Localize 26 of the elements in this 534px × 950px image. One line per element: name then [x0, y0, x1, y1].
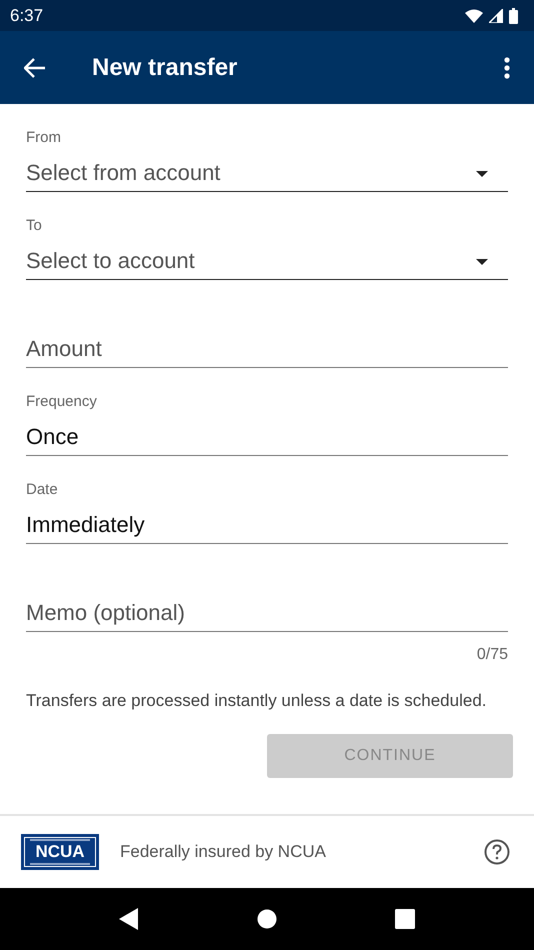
wifi-icon [465, 8, 483, 22]
more-options-icon[interactable] [504, 56, 510, 78]
input-field[interactable]: Once [26, 412, 508, 456]
help-icon[interactable] [484, 839, 510, 865]
screen-title: New transfer [92, 54, 238, 82]
input-field[interactable]: Memo (optional) [26, 588, 508, 632]
info-text: Transfers are processed instantly unless a date is scheduled. [26, 690, 488, 712]
signal-icon [489, 8, 503, 22]
insurance-text: Federally insured by NCUA [120, 842, 327, 862]
dropdown-field[interactable]: Select to account [26, 236, 508, 280]
input-field[interactable]: Amount [26, 324, 508, 368]
home-icon[interactable] [257, 909, 277, 929]
field-label: Date [26, 480, 59, 500]
field-label: From [26, 128, 62, 148]
dropdown-field[interactable]: Select from account [26, 148, 508, 192]
input-field[interactable]: Immediately [26, 500, 508, 544]
character-counter: 0/75 [476, 646, 508, 664]
back-icon[interactable] [119, 908, 139, 930]
dropdown-caret-icon [476, 171, 488, 177]
clock-time: 6:37 [10, 6, 44, 26]
field-label: To [26, 216, 43, 236]
ncua-logo: NCUA [21, 834, 99, 870]
field-label: Frequency [26, 392, 98, 412]
back-arrow-icon[interactable] [24, 58, 46, 78]
battery-icon [509, 8, 518, 24]
dropdown-caret-icon [476, 259, 488, 265]
